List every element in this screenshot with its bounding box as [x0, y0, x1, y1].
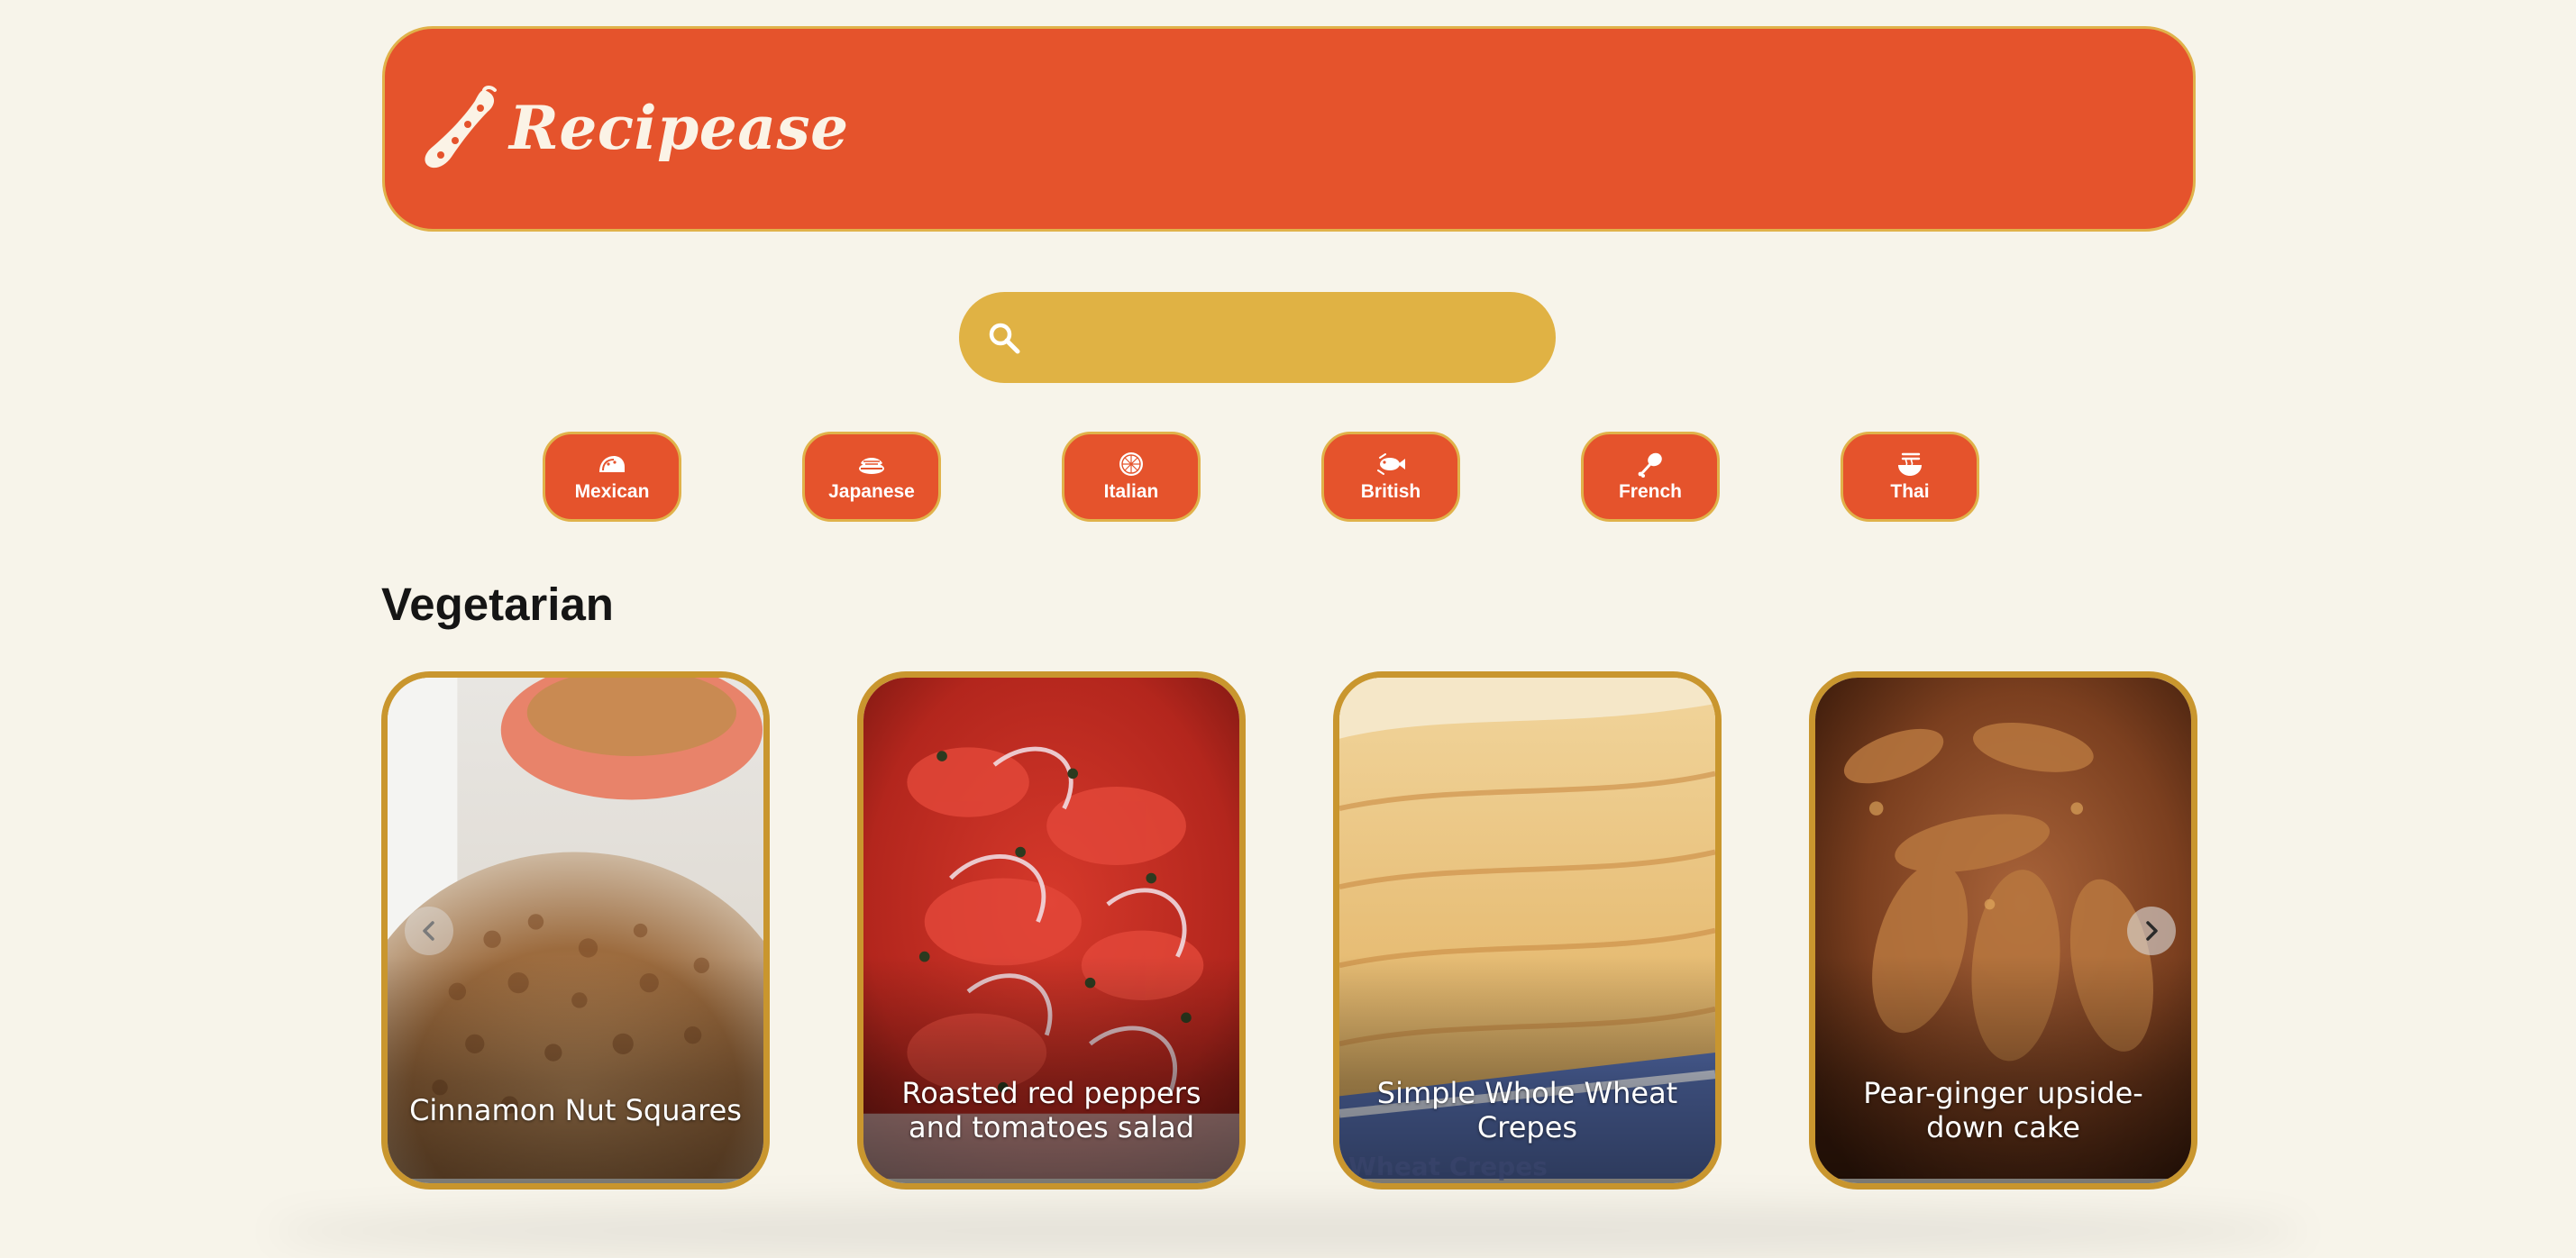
- chevron-left-icon: [423, 921, 434, 941]
- recipe-title: Roasted red peppers and tomatoes salad: [901, 1076, 1201, 1144]
- pea-pod-icon: [425, 86, 497, 169]
- search-bar[interactable]: [959, 292, 1556, 383]
- cuisine-label: Italian: [1103, 481, 1159, 502]
- sushi-icon: [859, 458, 884, 474]
- search-input[interactable]: [1037, 300, 1529, 375]
- cuisine-label: Mexican: [574, 481, 650, 502]
- recipe-title: Simple Whole Wheat Crepes: [1376, 1076, 1678, 1144]
- fish-icon: [1377, 453, 1405, 475]
- noodle-bowl-icon: [1898, 452, 1922, 476]
- cuisine-button-italian[interactable]: Italian: [1062, 432, 1201, 522]
- cuisine-button-mexican[interactable]: Mexican: [543, 432, 681, 522]
- pizza-icon: [1119, 452, 1143, 476]
- cuisine-filters: Mexican Japanese Italian British French …: [0, 432, 2576, 522]
- cuisine-button-japanese[interactable]: Japanese: [802, 432, 941, 522]
- recipe-title: Cinnamon Nut Squares: [409, 1093, 742, 1127]
- carousel-next-button[interactable]: [2127, 907, 2176, 955]
- taco-icon: [599, 456, 625, 472]
- cuisine-label: French: [1618, 481, 1682, 502]
- cuisine-button-thai[interactable]: Thai: [1841, 432, 1979, 522]
- cuisine-label: British: [1360, 481, 1421, 502]
- recipe-title: Pear-ginger upside-down cake: [1863, 1076, 2143, 1144]
- page-bottom-shadow: [270, 1204, 2306, 1258]
- recipe-card[interactable]: Wheat Crepes Simple Whole Wheat Crepes: [1333, 671, 1722, 1190]
- carousel-prev-button[interactable]: [405, 907, 453, 955]
- header-banner: Recipease: [382, 26, 2196, 232]
- logo[interactable]: Recipease: [421, 65, 849, 191]
- cuisine-label: Thai: [1890, 481, 1930, 502]
- cuisine-button-french[interactable]: French: [1581, 432, 1720, 522]
- section-title: Vegetarian: [381, 579, 614, 630]
- cuisine-button-british[interactable]: British: [1321, 432, 1460, 522]
- chevron-right-icon: [2146, 921, 2158, 941]
- cuisine-label: Japanese: [828, 481, 915, 502]
- chicken-leg-icon: [1638, 452, 1662, 478]
- recipe-card[interactable]: Roasted red peppers and tomatoes salad: [857, 671, 1246, 1190]
- brand-name: Recipease: [509, 93, 849, 163]
- search-icon: [989, 323, 1020, 353]
